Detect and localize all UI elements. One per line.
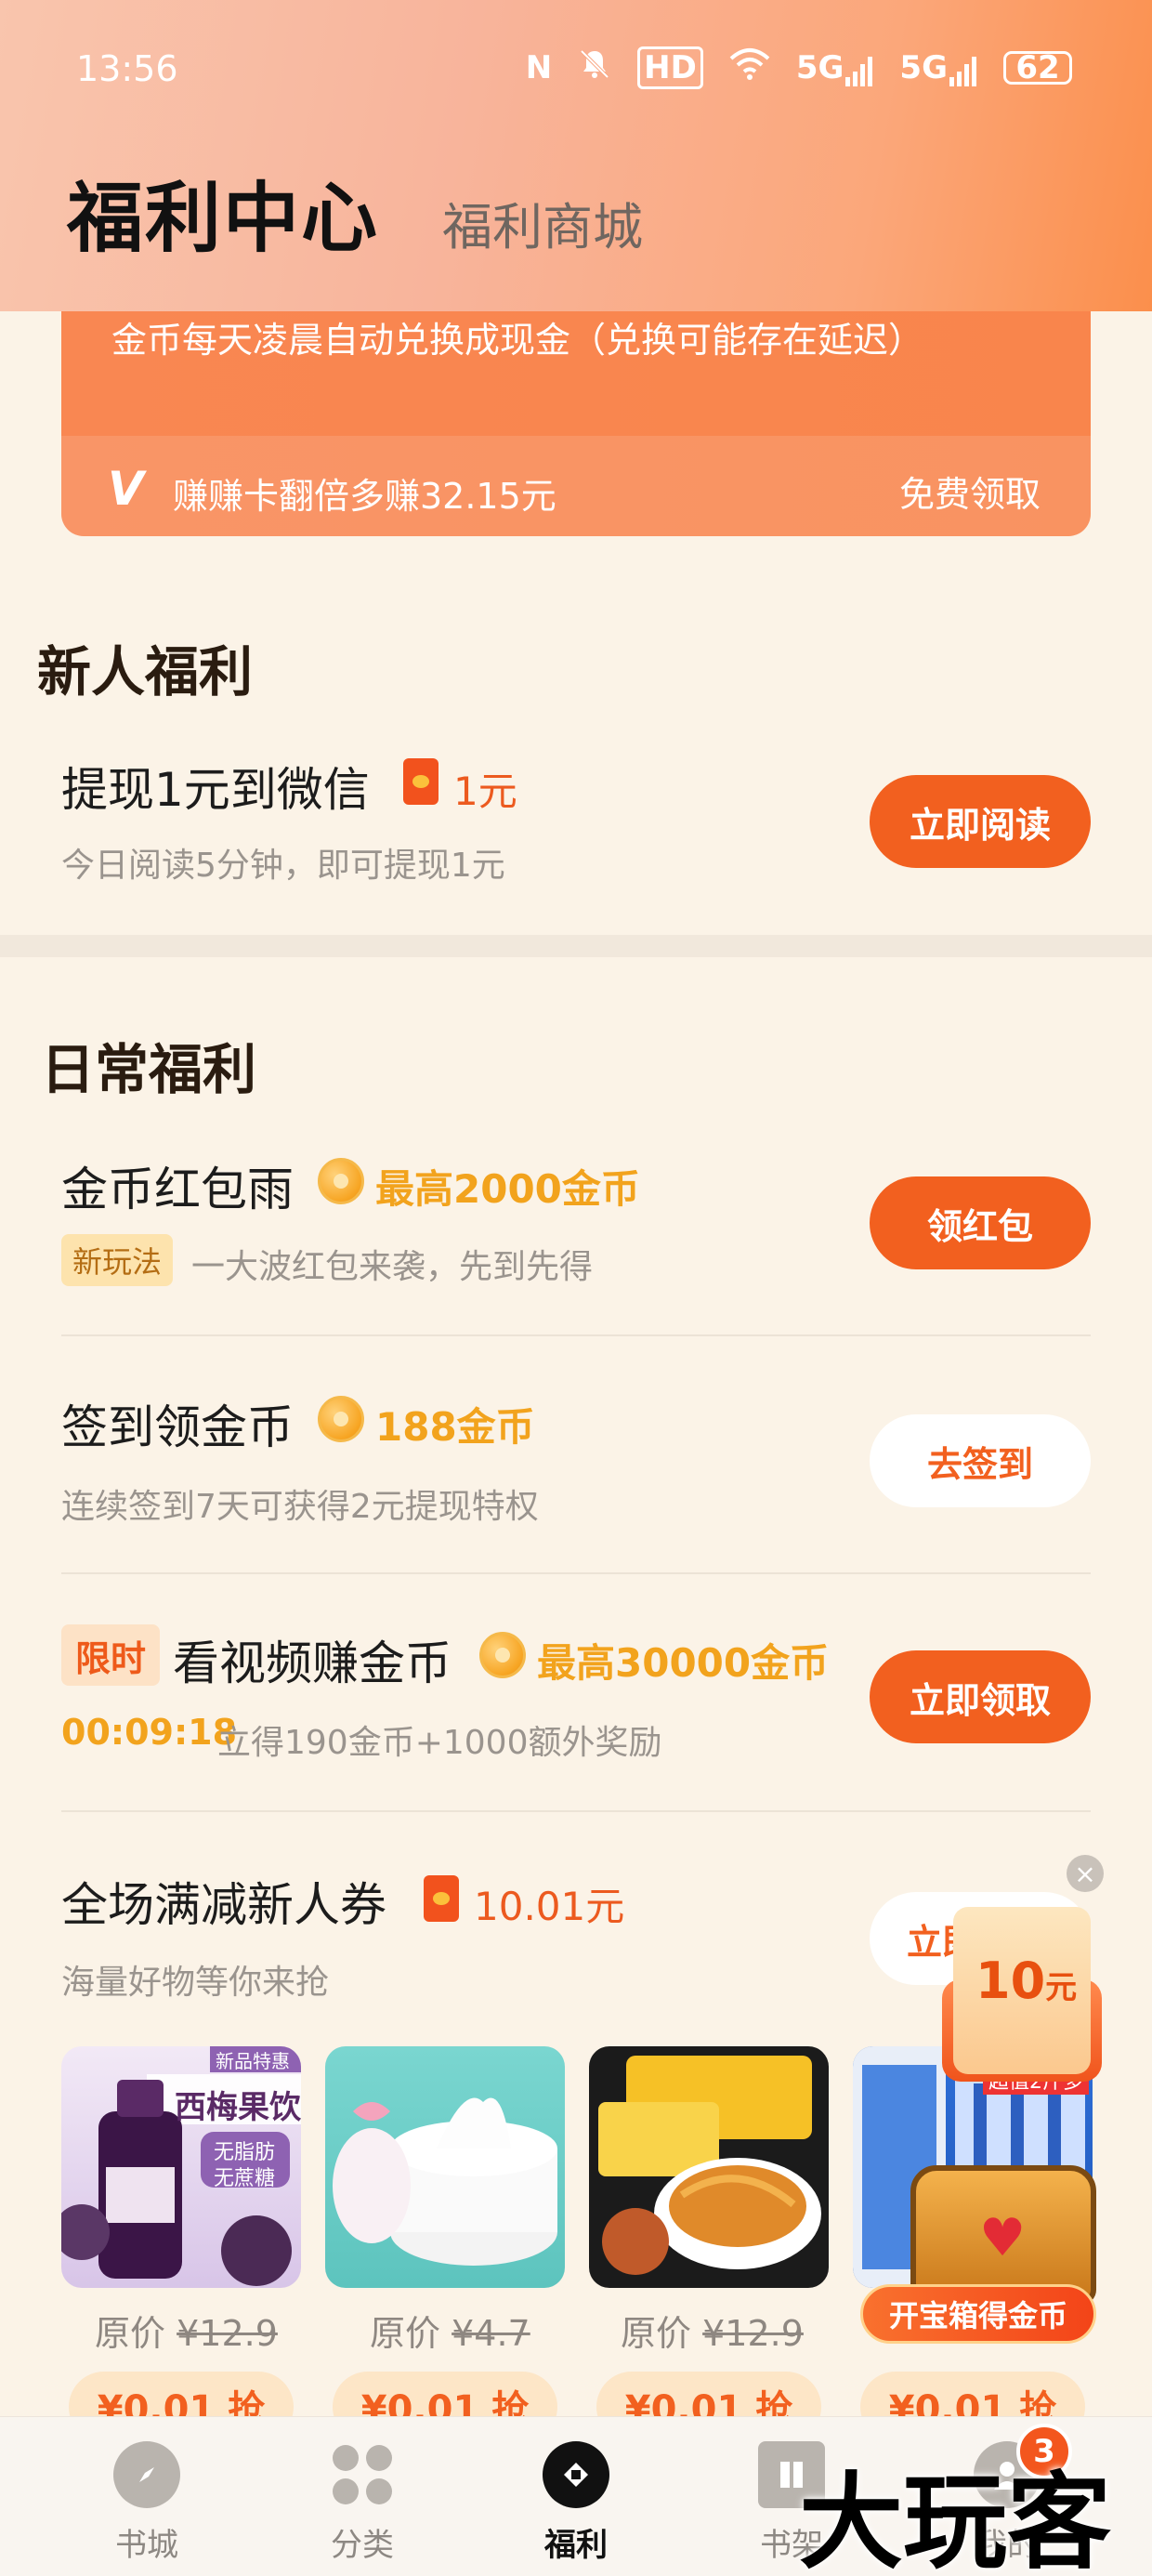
row-divider <box>61 1810 1091 1812</box>
row-divider <box>61 1572 1091 1574</box>
limited-tag: 限时 <box>61 1624 160 1686</box>
float-amount: 10 <box>975 1952 1046 2010</box>
status-icons: N HD 5G 5G 62 <box>526 46 1072 89</box>
cotton-towel-image <box>333 2097 557 2266</box>
battery-icon: 62 <box>1003 49 1072 86</box>
earn-card-tip: 赚赚卡翻倍多赚32.15元 <box>173 476 556 517</box>
coin-icon <box>318 1396 364 1442</box>
status-bar: 13:56 N HD 5G 5G 62 <box>0 37 1152 102</box>
nfc-icon: N <box>525 49 553 86</box>
desc-withdraw: 今日阅读5分钟，即可提现1元 <box>61 847 505 885</box>
coin-icon <box>318 1158 364 1204</box>
section-title-daily: 日常福利 <box>41 1038 257 1101</box>
nav-welfare[interactable]: 福利 <box>492 2417 660 2576</box>
watermark: 大玩客 <box>799 2463 1111 2576</box>
desc-coupon: 海量好物等你来抢 <box>61 1964 330 2002</box>
section-title-newcomer: 新人福利 <box>37 640 254 703</box>
grid-icon <box>329 2441 396 2508</box>
wifi-icon <box>729 47 770 89</box>
reward-withdraw: 1元 <box>453 769 517 814</box>
desc-video: 立得190金币+1000额外奖励 <box>217 1724 662 1762</box>
price-strike: ¥4.7 <box>452 2313 530 2354</box>
earn-card-banner[interactable]: V 赚赚卡翻倍多赚32.15元 免费领取 <box>61 436 1091 536</box>
nav-category[interactable]: 分类 <box>279 2417 446 2576</box>
product-card[interactable]: 新品特惠 西梅果饮 无脂肪 无蔗糖 <box>61 2046 301 2288</box>
price-strike: ¥12.9 <box>177 2313 278 2354</box>
reward-video: 最高30000金币 <box>537 1640 830 1686</box>
close-icon[interactable]: × <box>1067 1855 1104 1892</box>
task-title-withdraw: 提现1元到微信 <box>61 763 370 817</box>
task-title-red-rain: 金币红包雨 <box>61 1163 294 1216</box>
check-in-button[interactable]: 去签到 <box>870 1414 1091 1507</box>
float-unit: 元 <box>1045 1969 1078 2006</box>
gift-icon <box>543 2441 609 2508</box>
claim-now-button[interactable]: 立即领取 <box>870 1650 1091 1743</box>
red-envelope-icon <box>424 1875 459 1922</box>
tab-welfare-mall[interactable]: 福利商城 <box>442 186 643 259</box>
nav-label: 分类 <box>331 2527 394 2564</box>
v-logo-icon: V <box>108 462 144 516</box>
task-title-video: 看视频赚金币 <box>173 1636 452 1690</box>
nav-bookstore[interactable]: 书城 <box>63 2417 230 2576</box>
status-time: 13:56 <box>76 48 178 89</box>
original-price: 原价 ¥12.9 <box>95 2313 278 2354</box>
exchange-note: 金币每天凌晨自动兑换成现金（兑换可能存在延迟） <box>111 320 924 361</box>
red-envelope-icon <box>403 758 439 805</box>
price-strike: ¥12.9 <box>702 2313 804 2354</box>
row-divider <box>61 1334 1091 1336</box>
bell-off-icon <box>578 47 611 89</box>
desc-red-rain: 一大波红包来袭，先到先得 <box>191 1248 594 1286</box>
hd-icon: HD <box>637 46 703 89</box>
coin-exchange-card: 金币每天凌晨自动兑换成现金（兑换可能存在延迟） V 赚赚卡翻倍多赚32.15元 … <box>61 311 1091 536</box>
product-top-text: 新品特惠 <box>216 2050 290 2072</box>
signal-2-icon: 5G <box>899 49 977 86</box>
new-play-tag: 新玩法 <box>61 1234 174 1286</box>
product-card[interactable] <box>325 2046 565 2288</box>
product-card[interactable] <box>589 2046 829 2288</box>
get-red-packet-button[interactable]: 领红包 <box>870 1176 1091 1269</box>
coupon-float-card[interactable]: 10元 <box>953 1907 1091 2074</box>
reward-coupon: 10.01元 <box>474 1884 625 1929</box>
section-divider <box>0 935 1152 957</box>
free-claim-link[interactable]: 免费领取 <box>899 466 1041 517</box>
nav-label: 福利 <box>544 2527 608 2564</box>
noodle-pack-image <box>598 2056 821 2275</box>
reward-checkin: 188金币 <box>375 1404 535 1450</box>
product-sub: 无蔗糖 <box>214 2167 276 2190</box>
page-title[interactable]: 福利中心 <box>67 156 379 267</box>
task-title-coupon: 全场满减新人券 <box>61 1878 386 1932</box>
nav-label: 书城 <box>115 2527 178 2564</box>
signal-1-icon: 5G <box>796 49 874 86</box>
read-now-button[interactable]: 立即阅读 <box>870 775 1091 868</box>
desc-checkin: 连续签到7天可获得2元提现特权 <box>61 1488 539 1526</box>
header: 13:56 N HD 5G 5G 62 福利中心 福利商城 <box>0 0 1152 311</box>
product-name: 西梅果饮 <box>175 2089 301 2126</box>
coin-icon <box>479 1632 526 1678</box>
reward-red-rain: 最高2000金币 <box>375 1166 640 1212</box>
countdown-timer: 00:09:18 <box>61 1712 238 1753</box>
open-chest-button[interactable]: 开宝箱得金币 <box>860 2284 1096 2344</box>
heart-icon: ♥ <box>979 2208 1027 2268</box>
original-price: 原价 ¥4.7 <box>370 2313 530 2354</box>
compass-icon <box>113 2441 180 2508</box>
original-price: 原价 ¥12.9 <box>621 2313 804 2354</box>
task-title-checkin: 签到领金币 <box>61 1400 294 1454</box>
